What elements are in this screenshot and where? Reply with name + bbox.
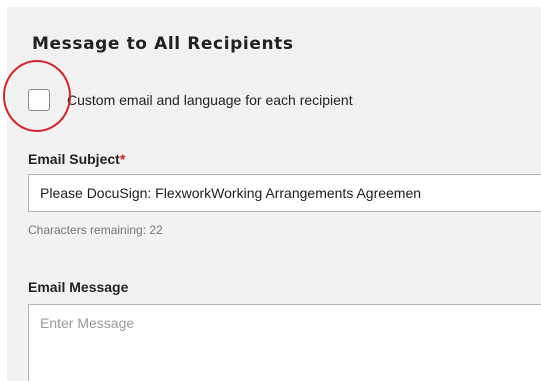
email-subject-input[interactable] — [28, 174, 541, 212]
email-message-label: Email Message — [28, 279, 129, 295]
characters-remaining-text: Characters remaining: 22 — [28, 223, 163, 237]
custom-email-checkbox[interactable] — [28, 89, 50, 111]
custom-email-checkbox-label[interactable]: Custom email and language for each recip… — [67, 92, 353, 108]
section-title: Message to All Recipients — [32, 34, 294, 54]
custom-email-option[interactable]: Custom email and language for each recip… — [28, 86, 353, 114]
email-subject-label-text: Email Subject — [28, 151, 120, 167]
required-asterisk: * — [119, 151, 126, 167]
email-message-textarea[interactable] — [28, 304, 541, 381]
email-subject-label: Email Subject* — [28, 151, 125, 167]
